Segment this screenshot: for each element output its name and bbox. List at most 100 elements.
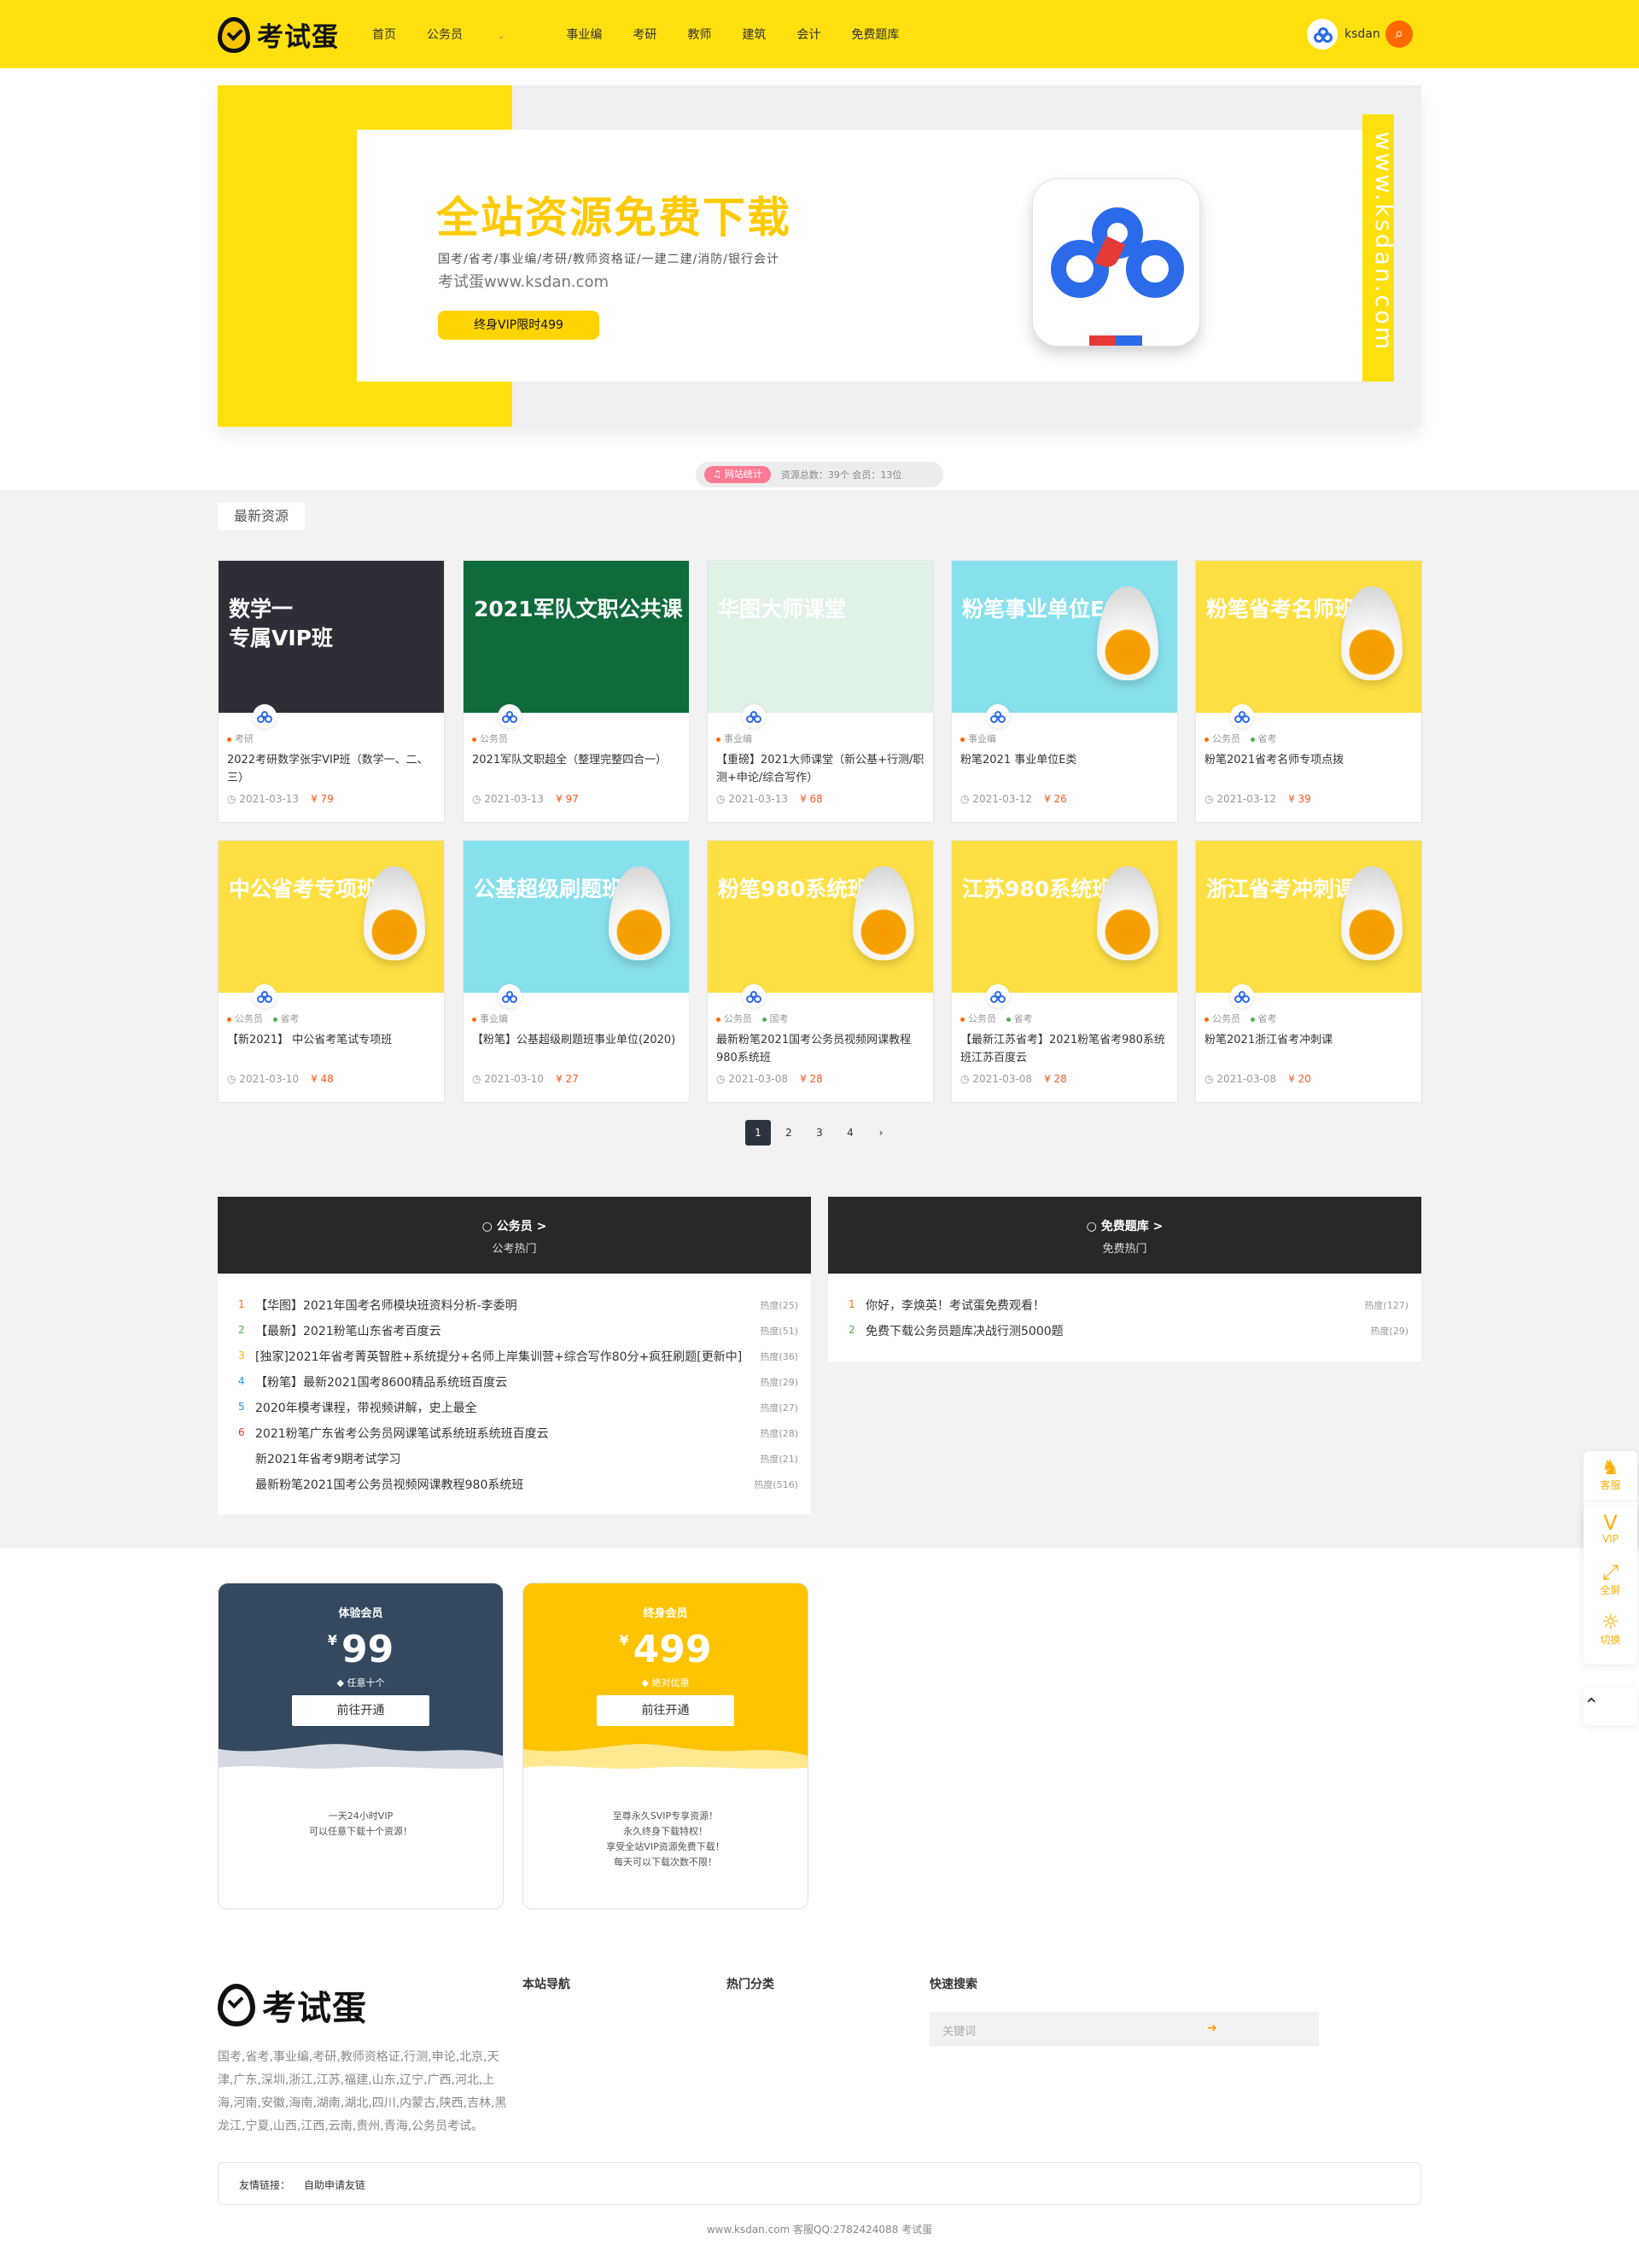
nav-civil-service[interactable]: 公务员 ⌄ [427, 26, 535, 43]
hot-list-item[interactable]: 4 【粉笔】最新2021国考8600精品系统班百度云 热度(29) [238, 1373, 798, 1399]
hot-item-title[interactable]: 2020年模考课程，带视频讲解，史上最全 [255, 1399, 759, 1416]
nav-home[interactable]: 首页 [372, 26, 396, 43]
hot-item-title[interactable]: 你好，李焕英！考试蛋免费观看！ [866, 1297, 1344, 1314]
card-thumbnail[interactable]: 数学一 专属VIP班 [219, 561, 444, 713]
card-thumbnail[interactable]: 江苏980系统班 [952, 841, 1177, 993]
next-page-icon[interactable]: › [868, 1120, 894, 1146]
card-category[interactable]: 公务员 [724, 1013, 752, 1024]
hot-list-item[interactable]: 1 【华图】2021年国考名师模块班资料分析-李委明 热度(25) [238, 1297, 798, 1322]
card-thumbnail[interactable]: 粉笔980系统班 [708, 841, 933, 993]
hot-list-item[interactable]: 2 【最新】2021粉笔山东省考百度云 热度(51) [238, 1322, 798, 1348]
card-category[interactable]: 公务员 [1212, 1013, 1240, 1024]
card-title[interactable]: 【新2021】 中公省考笔试专项班 [227, 1031, 437, 1069]
hot-list-item[interactable]: 1 你好，李焕英！考试蛋免费观看！ 热度(127) [849, 1297, 1409, 1322]
nav-free-question-bank[interactable]: 免费题库 [851, 26, 899, 43]
panel-header[interactable]: ○ 公务员 > 公考热门 [218, 1197, 811, 1274]
back-to-top-button[interactable]: ⌃ [1584, 1688, 1637, 1725]
card-category[interactable]: 公务员 [1212, 733, 1240, 744]
card-title[interactable]: 【粉笔】公基超级刷题班事业单位(2020) [472, 1031, 682, 1069]
resource-card[interactable]: 数学一 专属VIP班 考研 2022考研数学张宇VIP班（数学一、二、三） ◷ 2… [218, 560, 445, 823]
card-title[interactable]: 【重磅】2021大师课堂（新公基+行测/职测+申论/综合写作） [716, 751, 926, 789]
card-category[interactable]: 事业编 [968, 733, 996, 744]
card-thumbnail[interactable]: 2021军队文职公共课 [464, 561, 689, 713]
search-icon[interactable]: ⌕ [1385, 20, 1413, 48]
hot-list-item[interactable]: 3 [独家]2021年省考菁英智胜+系统提分+名师上岸集训营+综合写作80分+疯… [238, 1348, 798, 1373]
panel-header[interactable]: ○ 免费题库 > 免费热门 [828, 1197, 1421, 1274]
resource-card[interactable]: 粉笔事业单位E类 事业编 粉笔2021 事业单位E类 ◷ 2021-03-12 ¥… [951, 560, 1178, 823]
baidu-cloud-icon [1314, 27, 1333, 43]
hot-list-item[interactable]: 6 2021粉笔广东省考公务员网课笔试系统班系统班百度云 热度(28) [238, 1425, 798, 1450]
card-subcategory[interactable]: 国考 [770, 1013, 789, 1024]
card-thumbnail[interactable]: 浙江省考冲刺课 [1196, 841, 1421, 993]
card-title[interactable]: 粉笔2021 事业单位E类 [960, 751, 1170, 789]
hero-banner[interactable]: 全站资源免费下载 国考/省考/事业编/考研/教师资格证/一建二建/消防/银行会计… [218, 85, 1421, 427]
resource-card[interactable]: 中公省考专项班 公务员 省考 【新2021】 中公省考笔试专项班 ◷ 2021-… [218, 840, 445, 1103]
card-category[interactable]: 公务员 [235, 1013, 263, 1024]
resource-card[interactable]: 粉笔980系统班 公务员 国考 最新粉笔2021国考公务员视频网课教程980系统… [707, 840, 934, 1103]
page-4[interactable]: 4 [837, 1120, 863, 1146]
card-thumbnail[interactable]: 中公省考专项班 [219, 841, 444, 993]
float-vip[interactable]: V VIP [1584, 1507, 1637, 1556]
card-title[interactable]: 粉笔2021省考名师专项点拨 [1204, 751, 1414, 789]
resource-card[interactable]: 粉笔省考名师班 公务员 省考 粉笔2021省考名师专项点拨 ◷ 2021-03-… [1195, 560, 1422, 823]
resource-card[interactable]: 江苏980系统班 公务员 省考 【最新江苏省考】2021粉笔省考980系统班江苏… [951, 840, 1178, 1103]
nav-accounting[interactable]: 会计 [796, 26, 820, 43]
card-title[interactable]: 【最新江苏省考】2021粉笔省考980系统班江苏百度云 [960, 1031, 1170, 1069]
card-category[interactable]: 事业编 [724, 733, 752, 744]
hot-item-title[interactable]: 免费下载公务员题库决战行测5000题 [866, 1322, 1344, 1339]
site-logo[interactable]: 考试蛋 [218, 15, 339, 54]
hot-list-item[interactable]: 最新粉笔2021国考公务员视频网课教程980系统班 热度(516) [238, 1476, 798, 1501]
hot-item-title[interactable]: 【华图】2021年国考名师模块班资料分析-李委明 [255, 1297, 759, 1314]
hot-list-item[interactable]: 新2021年省考9期考试学习 热度(21) [238, 1450, 798, 1476]
hot-item-title[interactable]: 2021粉笔广东省考公务员网课笔试系统班系统班百度云 [255, 1425, 759, 1442]
nav-public-institution[interactable]: 事业编 [566, 26, 602, 43]
page-2[interactable]: 2 [776, 1120, 802, 1146]
vip-open-button[interactable]: 前往开通 [292, 1695, 429, 1726]
card-subcategory[interactable]: 省考 [1014, 1013, 1033, 1024]
vip-icon: V [1603, 1511, 1618, 1535]
card-thumbnail[interactable]: 粉笔事业单位E类 [952, 561, 1177, 713]
hot-item-title[interactable]: [独家]2021年省考菁英智胜+系统提分+名师上岸集训营+综合写作80分+疯狂刷… [255, 1348, 759, 1365]
footer-search-input[interactable]: 关键词 [942, 2022, 976, 2038]
card-thumbnail[interactable]: 华图大师课堂 [708, 561, 933, 713]
card-title[interactable]: 粉笔2021浙江省考冲刺课 [1204, 1031, 1414, 1069]
arrow-right-icon[interactable]: ➔ [1207, 2021, 1217, 2035]
hot-item-title[interactable]: 新2021年省考9期考试学习 [255, 1450, 759, 1467]
user-menu[interactable]: ksdan [1307, 19, 1380, 50]
float-theme-switch[interactable]: ☼ 切换 [1584, 1606, 1637, 1655]
card-title[interactable]: 2022考研数学张宇VIP班（数学一、二、三） [227, 751, 437, 789]
card-thumbnail[interactable]: 粉笔省考名师班 [1196, 561, 1421, 713]
banner-vip-button[interactable]: 终身VIP限时499 [438, 311, 599, 340]
vip-open-button[interactable]: 前往开通 [597, 1695, 734, 1726]
card-category[interactable]: 公务员 [480, 733, 508, 744]
resource-card[interactable]: 浙江省考冲刺课 公务员 省考 粉笔2021浙江省考冲刺课 ◷ 2021-03-0… [1195, 840, 1422, 1103]
vip-note: ◆ 任意十个 [219, 1676, 503, 1689]
nav-teacher[interactable]: 教师 [687, 26, 711, 43]
card-subcategory[interactable]: 省考 [281, 1013, 300, 1024]
apply-link[interactable]: 自助申请友链 [304, 2178, 365, 2192]
hot-list-item[interactable]: 2 免费下载公务员题库决战行测5000题 热度(29) [849, 1322, 1409, 1348]
nav-postgraduate[interactable]: 考研 [633, 26, 656, 43]
card-category[interactable]: 事业编 [480, 1013, 508, 1024]
card-category[interactable]: 考研 [235, 733, 254, 744]
hot-list-item[interactable]: 5 2020年模考课程，带视频讲解，史上最全 热度(27) [238, 1399, 798, 1425]
page-1[interactable]: 1 [745, 1120, 771, 1146]
float-fullscreen[interactable]: ⤢ 全屏 [1584, 1556, 1637, 1606]
resource-card[interactable]: 公基超级刷题班 事业编 【粉笔】公基超级刷题班事业单位(2020) ◷ 2021… [463, 840, 690, 1103]
resource-card[interactable]: 华图大师课堂 事业编 【重磅】2021大师课堂（新公基+行测/职测+申论/综合写… [707, 560, 934, 823]
page-3[interactable]: 3 [807, 1120, 832, 1146]
footer-logo[interactable]: 考试蛋 [218, 1980, 367, 2030]
hot-item-title[interactable]: 【最新】2021粉笔山东省考百度云 [255, 1322, 759, 1339]
card-title[interactable]: 2021军队文职超全（整理完整四合一） [472, 751, 682, 789]
card-subcategory[interactable]: 省考 [1258, 1013, 1277, 1024]
card-title[interactable]: 最新粉笔2021国考公务员视频网课教程980系统班 [716, 1031, 926, 1069]
nav-construction[interactable]: 建筑 [742, 26, 766, 43]
card-subcategory[interactable]: 省考 [1258, 733, 1277, 744]
avatar[interactable] [1307, 19, 1338, 50]
resource-card[interactable]: 2021军队文职公共课 公务员 2021军队文职超全（整理完整四合一） ◷ 20… [463, 560, 690, 823]
float-customer-service[interactable]: ♞ 客服 [1584, 1451, 1637, 1501]
hot-item-title[interactable]: 【粉笔】最新2021国考8600精品系统班百度云 [255, 1373, 759, 1391]
card-category[interactable]: 公务员 [968, 1013, 996, 1024]
hot-item-title[interactable]: 最新粉笔2021国考公务员视频网课教程980系统班 [255, 1476, 759, 1493]
card-thumbnail[interactable]: 公基超级刷题班 [464, 841, 689, 993]
